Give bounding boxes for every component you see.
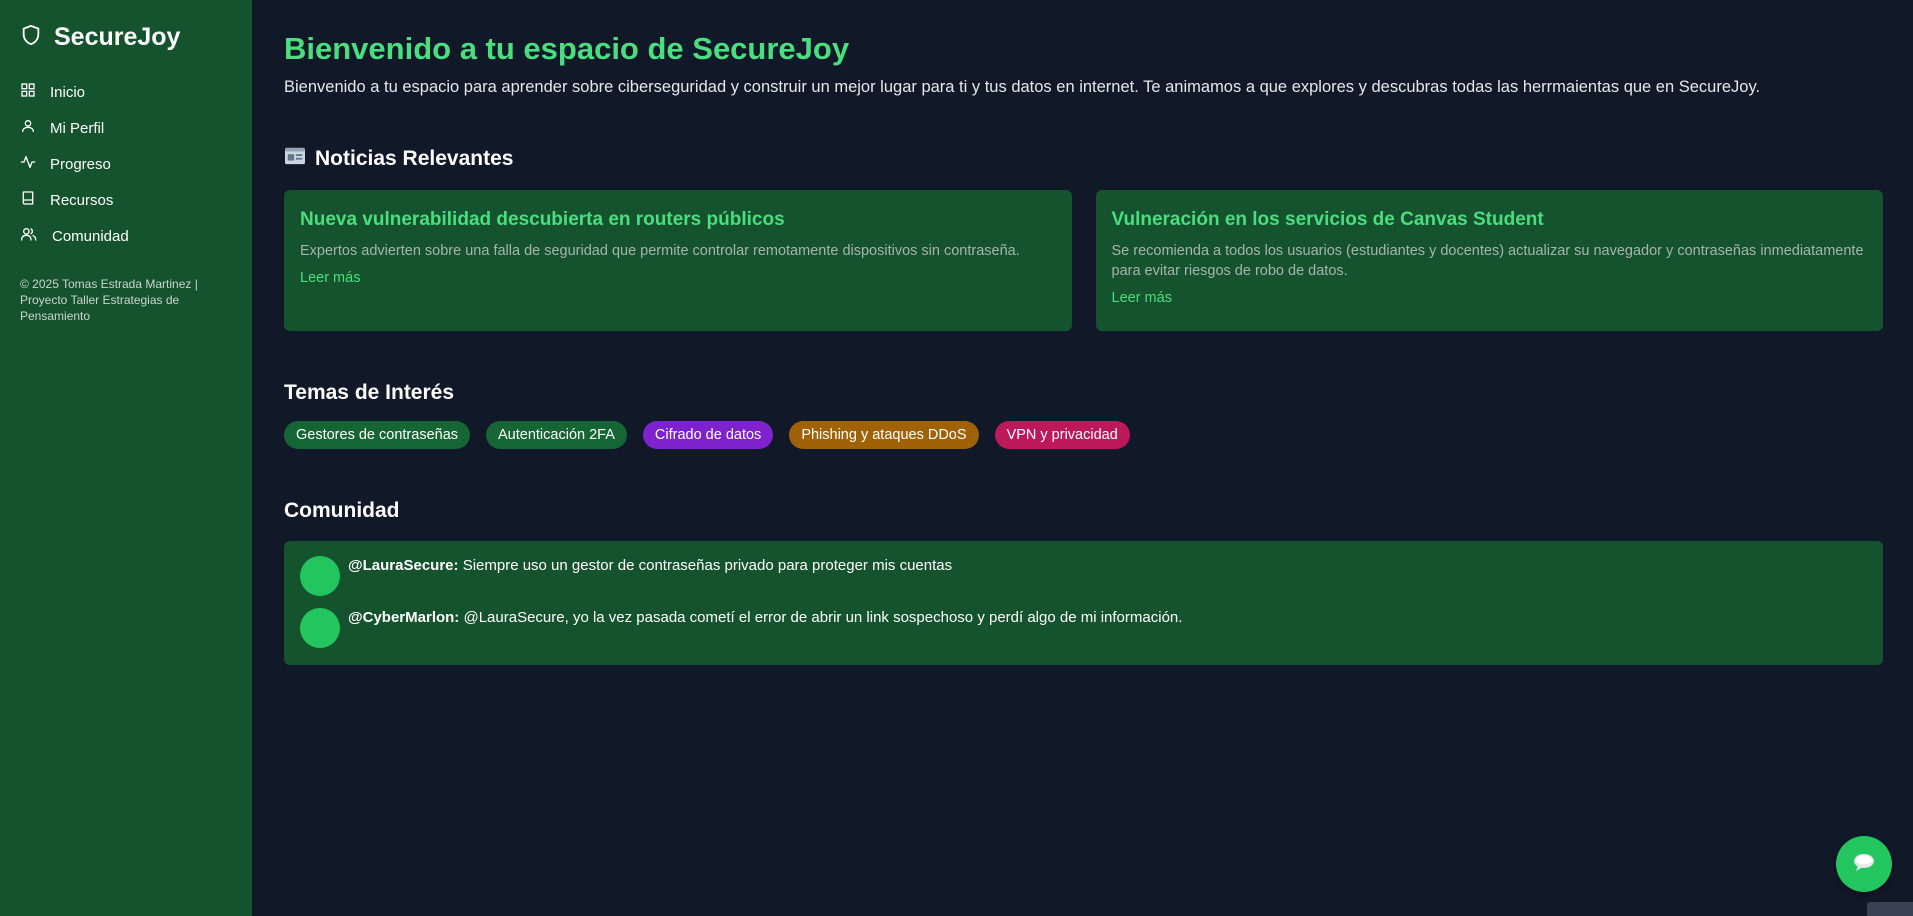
news-section-label: Noticias Relevantes (315, 147, 514, 170)
chat-bubble-icon (1852, 852, 1876, 877)
sidebar: SecureJoy Inicio Mi Perfil Progreso Recu… (0, 0, 252, 916)
comment: @CyberMarlon: @LauraSecure, yo la vez pa… (300, 608, 1867, 660)
tag-vpn-privacidad[interactable]: VPN y privacidad (994, 421, 1130, 449)
avatar[interactable] (300, 608, 340, 648)
news-grid: Nueva vulnerabilidad descubierta en rout… (284, 190, 1883, 331)
comment-text: @LauraSecure: Siempre uso un gestor de c… (348, 555, 952, 577)
comment-text: @CyberMarlon: @LauraSecure, yo la vez pa… (348, 607, 1182, 629)
sidebar-item-label: Recursos (50, 191, 114, 209)
tag-cifrado-datos[interactable]: Cifrado de datos (642, 421, 774, 449)
users-icon (20, 226, 38, 246)
news-card-description: Expertos advierten sobre una falla de se… (300, 243, 1020, 259)
sidebar-item-label: Progreso (50, 155, 111, 173)
comment: @LauraSecure: Siempre uso un gestor de c… (300, 556, 1867, 608)
tag-gestores-contrasenas[interactable]: Gestores de contraseñas (284, 421, 471, 449)
sidebar-item-label: Mi Perfil (50, 119, 105, 137)
read-more-link[interactable]: Leer más (300, 270, 360, 286)
sidebar-item-progreso[interactable]: Progreso (20, 146, 232, 182)
news-card-title: Vulneración en los servicios de Canvas S… (1111, 209, 1544, 230)
grid-icon (20, 82, 36, 102)
avatar[interactable] (300, 556, 340, 596)
comment-username[interactable]: @LauraSecure: (348, 557, 459, 574)
tag-autenticacion-2fa[interactable]: Autenticación 2FA (486, 421, 627, 449)
main-content: Bienvenido a tu espacio de SecureJoy Bie… (252, 0, 1913, 916)
activity-icon (20, 154, 36, 174)
comment-body: Siempre uso un gestor de contraseñas pri… (462, 557, 953, 574)
sidebar-nav: Inicio Mi Perfil Progreso Recursos Comun… (20, 74, 232, 254)
sidebar-item-comunidad[interactable]: Comunidad (20, 218, 232, 254)
news-card-title: Nueva vulnerabilidad descubierta en rout… (300, 209, 785, 230)
comment-body: @LauraSecure, yo la vez pasada cometí el… (463, 609, 1183, 626)
brand[interactable]: SecureJoy (20, 20, 232, 54)
community-section-title: Comunidad (284, 499, 400, 522)
copyright-text: © 2025 Tomas Estrada Martinez | Proyecto… (20, 277, 198, 323)
comment-username[interactable]: @CyberMarlon: (348, 609, 459, 626)
topics-section-title: Temas de Interés (284, 381, 455, 404)
sidebar-item-label: Inicio (50, 83, 86, 101)
sidebar-item-recursos[interactable]: Recursos (20, 182, 232, 218)
news-card-description: Se recomienda a todos los usuarios (estu… (1111, 243, 1864, 279)
news-card: Vulneración en los servicios de Canvas S… (1095, 190, 1883, 331)
tag-phishing-ddos[interactable]: Phishing y ataques DDoS (789, 421, 979, 449)
corner-badge (1867, 902, 1913, 916)
news-card: Nueva vulnerabilidad descubierta en rout… (284, 190, 1072, 331)
book-icon (20, 190, 36, 210)
topic-tags: Gestores de contraseñas Autenticación 2F… (284, 421, 1883, 449)
news-section-title: Noticias Relevantes (284, 146, 1883, 172)
newspaper-icon (284, 146, 306, 172)
chat-button[interactable] (1836, 836, 1892, 892)
sidebar-item-label: Comunidad (52, 227, 129, 245)
read-more-link[interactable]: Leer más (1112, 290, 1172, 306)
page-subtitle: Bienvenido a tu espacio para aprender so… (284, 78, 1761, 96)
brand-name: SecureJoy (54, 22, 181, 51)
sidebar-item-mi-perfil[interactable]: Mi Perfil (20, 110, 232, 146)
page-title: Bienvenido a tu espacio de SecureJoy (284, 31, 850, 66)
user-icon (20, 118, 36, 138)
shield-icon (20, 23, 42, 52)
sidebar-item-inicio[interactable]: Inicio (20, 74, 232, 110)
community-feed: @LauraSecure: Siempre uso un gestor de c… (284, 541, 1883, 665)
